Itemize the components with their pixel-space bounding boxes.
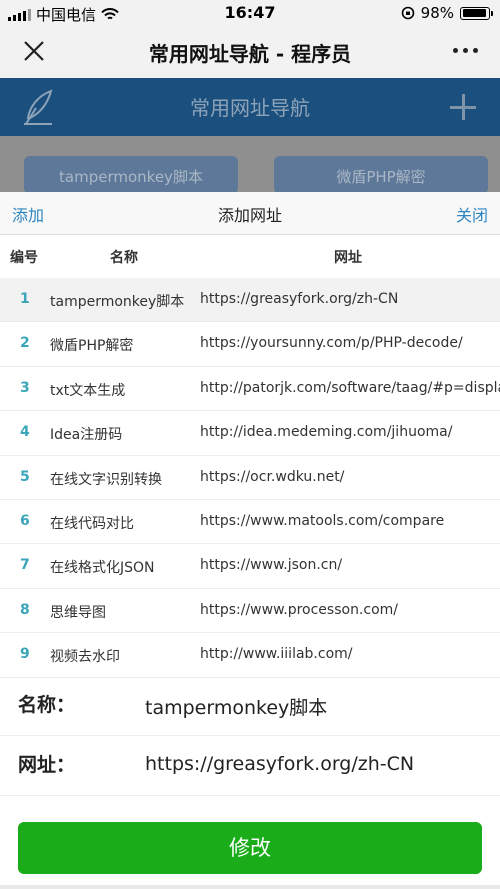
row-name: Idea注册码 [50,427,123,444]
row-number: 1 [20,291,30,307]
sheet-header: 添加 添加网址 关闭 [0,192,500,235]
background-header: 常用网址导航 [0,78,500,136]
row-url: https://www.matools.com/compare [200,512,445,529]
url-table-body: 1 tampermonkey脚本 https://greasyfork.org/… [0,278,500,678]
bottom-edge [0,885,500,889]
row-number: 5 [20,468,30,485]
table-row[interactable]: 2 微盾PHP解密 https://yoursunny.com/p/PHP-de… [0,322,500,367]
battery-percent: 98% [420,4,454,22]
table-row[interactable]: 9 视频去水印 http://www.iiilab.com/ [0,633,500,678]
table-row[interactable]: 7 在线格式化JSON https://www.json.cn/ [0,544,500,589]
row-number: 4 [20,424,30,441]
battery-icon [460,6,493,20]
row-number: 7 [20,557,30,574]
row-number: 9 [20,646,30,663]
battery-fill [462,9,487,17]
row-name: 视频去水印 [50,649,120,666]
url-field[interactable]: https://greasyfork.org/zh-CN [145,753,414,775]
url-field-row: 网址： https://greasyfork.org/zh-CN [0,736,500,796]
row-url: http://idea.medeming.com/jihuoma/ [200,424,453,441]
row-number: 3 [20,379,30,396]
row-url: http://www.iiilab.com/ [200,646,353,663]
close-button[interactable]: 关闭 [456,202,488,226]
status-bar: 中国电信 16:47 98% [0,0,500,26]
table-row[interactable]: 3 txt文本生成 http://patorjk.com/software/ta… [0,367,500,412]
column-header-name: 名称 [110,250,138,266]
table-row[interactable]: 1 tampermonkey脚本 https://greasyfork.org/… [0,278,500,323]
table-row[interactable]: 8 思维导图 https://www.processon.com/ [0,589,500,634]
table-row[interactable]: 6 在线代码对比 https://www.matools.com/compare [0,500,500,545]
table-header: 编号 名称 网址 [0,235,500,277]
row-url: https://yoursunny.com/p/PHP-decode/ [200,335,463,352]
background-card: tampermonkey脚本 [24,156,238,194]
url-label: 网址： [18,754,76,776]
modify-button[interactable]: 修改 [18,822,482,874]
column-header-number: 编号 [10,250,38,266]
table-row[interactable]: 4 Idea注册码 http://idea.medeming.com/jihuo… [0,411,500,456]
status-right: 98% [401,4,493,22]
background-body: tampermonkey脚本 微盾PHP解密 [0,136,500,194]
name-label: 名称： [18,694,76,716]
orientation-lock-icon [401,6,414,20]
more-icon[interactable] [453,48,478,53]
row-name: 思维导图 [50,604,106,621]
table-row[interactable]: 5 在线文字识别转换 https://ocr.wdku.net/ [0,456,500,500]
app-screen: 中国电信 16:47 98% 常用网址导航 - 程序员 常用网址导航 tampe… [0,0,500,889]
row-name: txt文本生成 [50,382,126,399]
row-url: https://www.processon.com/ [200,601,399,618]
row-number: 2 [20,335,30,352]
row-url: https://greasyfork.org/zh-CN [200,291,399,307]
nav-bar: 常用网址导航 - 程序员 [0,26,500,78]
sheet-title: 添加网址 [217,206,282,225]
column-header-url: 网址 [334,250,362,266]
name-field[interactable]: tampermonkey脚本 [145,693,327,720]
row-name: 在线代码对比 [50,515,134,532]
row-url: http://patorjk.com/software/taag/#p=disp… [200,379,500,396]
edit-form: 名称： tampermonkey脚本 网址： https://greasyfor… [0,676,500,796]
row-name: 在线格式化JSON [50,560,155,577]
plus-icon [450,94,476,120]
name-field-row: 名称： tampermonkey脚本 [0,676,500,736]
background-card: 微盾PHP解密 [274,156,488,194]
row-number: 8 [20,601,30,618]
row-url: https://ocr.wdku.net/ [200,468,345,485]
background-title: 常用网址导航 [190,96,310,120]
row-url: https://www.json.cn/ [200,557,343,574]
row-number: 6 [20,512,30,529]
row-name: tampermonkey脚本 [50,294,185,310]
nav-title: 常用网址导航 - 程序员 [148,42,352,66]
row-name: 在线文字识别转换 [50,471,162,488]
row-name: 微盾PHP解密 [50,338,134,355]
